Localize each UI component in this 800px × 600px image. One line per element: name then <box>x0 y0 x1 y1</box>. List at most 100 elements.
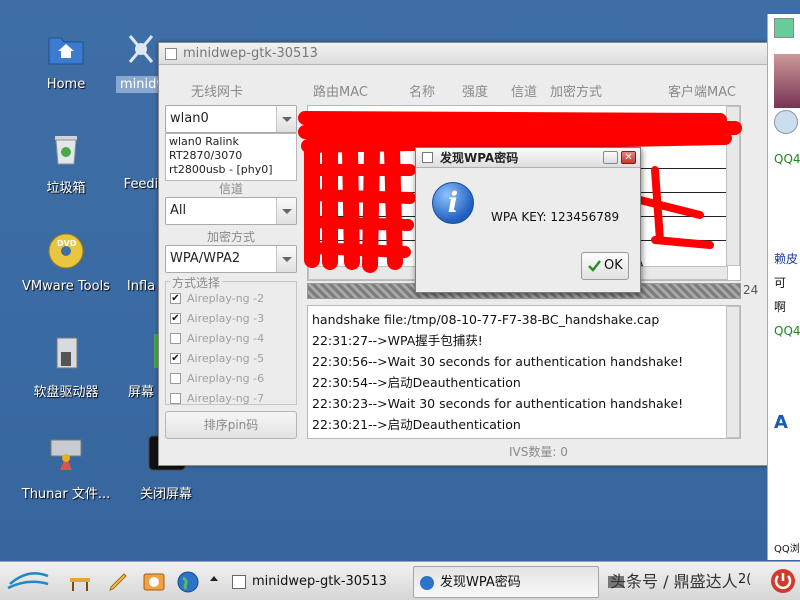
image-viewer-icon[interactable] <box>142 570 166 594</box>
mode-checkbox-2[interactable]: ✔ Aireplay-ng -2 <box>170 288 292 308</box>
col-router-mac[interactable]: 路由MAC <box>313 81 368 100</box>
task-wpa-dialog[interactable]: 发现WPA密码 <box>413 566 599 598</box>
mode-checkbox-6[interactable]: Aireplay-ng -6 <box>170 368 292 388</box>
interface-select[interactable]: wlan0 <box>165 105 297 133</box>
desktop-icon-label: 关闭屏幕 <box>139 487 192 502</box>
checkmark-arrow-icon <box>588 260 601 272</box>
col-wireless-card: 无线网卡 <box>191 85 244 100</box>
log-vscrollbar[interactable] <box>726 306 740 438</box>
close-button[interactable]: ✕ <box>621 151 636 164</box>
mode-group: 方式选择 ✔ Aireplay-ng -2 ✔ Aireplay-ng -3 Air… <box>165 274 297 408</box>
progress-value: 24 <box>743 283 759 297</box>
ok-button[interactable]: OK <box>581 252 629 280</box>
power-icon[interactable] <box>770 568 796 594</box>
wpa-found-dialog: 发现WPA密码 ✕ i WPA KEY: 123456789 OK <box>415 147 641 293</box>
sort-pin-button[interactable]: 排序pin码 <box>165 411 297 439</box>
qq-text: QQ浏 <box>774 544 800 555</box>
qq-text: QQ4 <box>774 152 800 166</box>
desktop-icon-label: 垃圾箱 <box>46 181 86 196</box>
ap-list-vscrollbar[interactable] <box>726 106 740 266</box>
log-line: 22:30:23-->Wait 30 seconds for authentic… <box>312 396 684 411</box>
log-line: 22:30:56-->Wait 30 seconds for authentic… <box>312 354 684 369</box>
desktop-show-icon[interactable] <box>68 570 92 594</box>
task-label: minidwep-gtk-30513 <box>252 574 387 589</box>
clock: 2( <box>738 572 752 587</box>
desktop-icon-label: Home <box>46 77 86 92</box>
mode-legend: 方式选择 <box>170 274 223 291</box>
taskbar: minidwep-gtk-30513 发现WPA密码 头条号 / 鼎盛达人 2( <box>0 561 800 600</box>
mode-label: Aireplay-ng -5 <box>187 351 265 365</box>
ok-label: OK <box>604 258 623 273</box>
checkbox[interactable]: ✔ <box>170 292 181 304</box>
desktop-icon-vmware-tools[interactable]: DVD VMware Tools <box>16 230 116 295</box>
avatar[interactable] <box>774 54 800 108</box>
col-channel[interactable]: 信道 <box>511 81 537 100</box>
log-line: 22:30:21-->启动Deauthentication <box>312 417 521 432</box>
mode-checkbox-3[interactable]: ✔ Aireplay-ng -3 <box>170 308 292 328</box>
text-editor-icon[interactable] <box>106 570 130 594</box>
chevron-down-icon[interactable] <box>276 198 296 224</box>
col-encryption[interactable]: 加密方式 <box>550 81 602 100</box>
chevron-down-icon[interactable] <box>276 246 296 272</box>
dvd-icon: DVD <box>45 230 87 272</box>
encryption-label: 加密方式 <box>206 230 255 244</box>
col-name[interactable]: 名称 <box>409 81 435 100</box>
desktop-icon-thunar[interactable]: Thunar 文件... <box>16 434 116 503</box>
floppy-drive-icon <box>45 332 87 374</box>
chevron-down-icon[interactable] <box>276 106 296 132</box>
maximize-button[interactable] <box>603 151 618 164</box>
chevron-up-icon[interactable] <box>210 576 218 581</box>
start-menu-icon[interactable] <box>6 570 52 594</box>
window-title: minidwep-gtk-30513 <box>183 46 318 61</box>
dialog-window-icon <box>422 152 433 163</box>
info-icon <box>420 576 434 590</box>
checkbox[interactable]: ✔ <box>170 352 181 364</box>
web-browser-icon[interactable] <box>176 570 200 594</box>
encryption-value: WPA/WPA2 <box>170 251 241 266</box>
window-icon <box>232 575 246 589</box>
task-minidwep[interactable]: minidwep-gtk-30513 <box>226 566 412 598</box>
mode-label: Aireplay-ng -6 <box>187 371 265 385</box>
qq-side-panel[interactable]: QQ4 赖皮 可 啊 QQ4 A QQ浏 <box>767 14 800 560</box>
col-client-mac[interactable]: 客户端MAC <box>668 81 736 100</box>
mode-label: Aireplay-ng -3 <box>187 311 265 325</box>
checkbox[interactable] <box>170 392 181 404</box>
checkbox[interactable] <box>170 332 181 344</box>
feedback-icon <box>120 128 162 170</box>
channel-select[interactable]: All <box>165 197 297 225</box>
ivs-count: IVS数量: 0 <box>509 445 568 459</box>
font-button[interactable]: A <box>774 412 788 433</box>
window-titlebar[interactable]: minidwep-gtk-30513 <box>159 43 767 65</box>
desktop-icon-trash[interactable]: 垃圾箱 <box>16 128 116 197</box>
encryption-select[interactable]: WPA/WPA2 <box>165 245 297 273</box>
qq-text: 赖皮 <box>774 252 799 266</box>
channel-label: 信道 <box>218 182 243 196</box>
desktop-icon-label: Feedi <box>123 177 159 192</box>
desktop-icon-floppy[interactable]: 软盘驱动器 <box>16 332 116 401</box>
dialog-titlebar[interactable]: 发现WPA密码 ✕ <box>416 148 640 168</box>
settings-panel: wlan0 wlan0 Ralink RT2870/3070 rt2800usb… <box>165 105 297 439</box>
dialog-title: 发现WPA密码 <box>440 151 519 165</box>
satellite-icon <box>120 28 162 70</box>
log-area[interactable]: handshake file:/tmp/08-10-77-F7-38-BC_ha… <box>307 305 741 439</box>
checkbox[interactable] <box>170 372 181 384</box>
log-line: 22:30:54-->启动Deauthentication <box>312 375 521 390</box>
channel-value: All <box>170 203 187 218</box>
mode-checkbox-7[interactable]: Aireplay-ng -7 <box>170 388 292 408</box>
log-line: handshake file:/tmp/08-10-77-F7-38-BC_ha… <box>312 312 660 327</box>
window-icon <box>165 48 177 60</box>
checkbox[interactable]: ✔ <box>170 312 181 324</box>
camera-icon[interactable] <box>774 110 798 134</box>
mode-checkbox-5[interactable]: ✔ Aireplay-ng -5 <box>170 348 292 368</box>
home-folder-icon <box>45 28 87 70</box>
desktop-icon-label: Infla <box>126 279 156 294</box>
col-strength[interactable]: 强度 <box>462 81 488 100</box>
qq-logo-icon <box>774 18 794 38</box>
interface-info: wlan0 Ralink RT2870/3070 rt2800usb - [ph… <box>165 133 297 181</box>
desktop-icon-label: VMware Tools <box>22 279 110 294</box>
desktop-icon-label: 软盘驱动器 <box>33 385 99 400</box>
mode-checkbox-4[interactable]: Aireplay-ng -4 <box>170 328 292 348</box>
mode-label: Aireplay-ng -4 <box>187 331 265 345</box>
desktop-icon-home[interactable]: Home <box>16 28 116 93</box>
mode-label: Aireplay-ng -7 <box>187 391 265 405</box>
